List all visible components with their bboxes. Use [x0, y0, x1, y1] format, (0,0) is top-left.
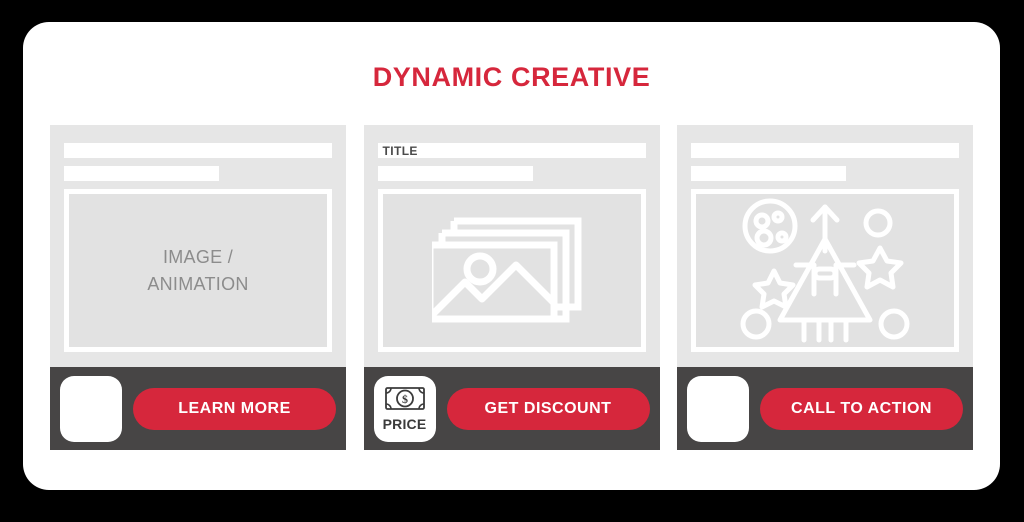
creative-cards-row: IMAGE / ANIMATION LEARN MORE TITLE $ PRI… [50, 125, 973, 450]
creative-card-image-animation[interactable]: IMAGE / ANIMATION LEARN MORE [50, 125, 346, 450]
call-to-action-button[interactable]: CALL TO ACTION [760, 387, 963, 430]
media-placeholder-line-2: ANIMATION [147, 273, 249, 294]
price-logo-tile[interactable]: $ PRICE [373, 375, 436, 442]
card-footer: $ PRICE GET DISCOUNT [363, 367, 660, 450]
card-body: TITLE [364, 125, 660, 367]
rocket-launch-confetti-icon [730, 194, 920, 347]
headline-label: TITLE [382, 143, 418, 158]
headline-placeholder-bar [64, 143, 332, 158]
svg-text:$: $ [402, 392, 408, 406]
subline-placeholder-bar [691, 166, 847, 181]
card-body [677, 125, 973, 367]
headline-placeholder-bar [691, 143, 959, 158]
creative-preview-panel: DYNAMIC CREATIVE IMAGE / ANIMATION LEARN… [23, 22, 1000, 490]
page-title: DYNAMIC CREATIVE [372, 62, 651, 92]
subline-placeholder-bar [377, 166, 533, 181]
creative-card-celebration[interactable]: CALL TO ACTION [677, 125, 973, 450]
media-placeholder-text: IMAGE / ANIMATION [147, 244, 248, 296]
headline-placeholder-bar: TITLE [377, 143, 646, 158]
media-placeholder [377, 189, 646, 352]
media-placeholder-line-1: IMAGE / [162, 247, 234, 268]
price-label: PRICE [382, 416, 427, 432]
media-placeholder [691, 189, 959, 352]
card-footer: CALL TO ACTION [677, 367, 973, 450]
image-gallery-icon [426, 203, 592, 338]
learn-more-button[interactable]: LEARN MORE [133, 387, 336, 430]
media-placeholder: IMAGE / ANIMATION [64, 189, 332, 352]
brand-logo-tile[interactable] [60, 375, 122, 442]
subline-placeholder-bar [64, 166, 220, 181]
brand-logo-tile[interactable] [687, 375, 749, 442]
card-footer: LEARN MORE [50, 367, 346, 450]
creative-card-title-gallery[interactable]: TITLE $ PRICE GET DISCOUNT [363, 125, 660, 450]
banknote-dollar-icon: $ [384, 386, 426, 416]
get-discount-button[interactable]: GET DISCOUNT [446, 387, 650, 430]
card-body: IMAGE / ANIMATION [50, 125, 346, 367]
